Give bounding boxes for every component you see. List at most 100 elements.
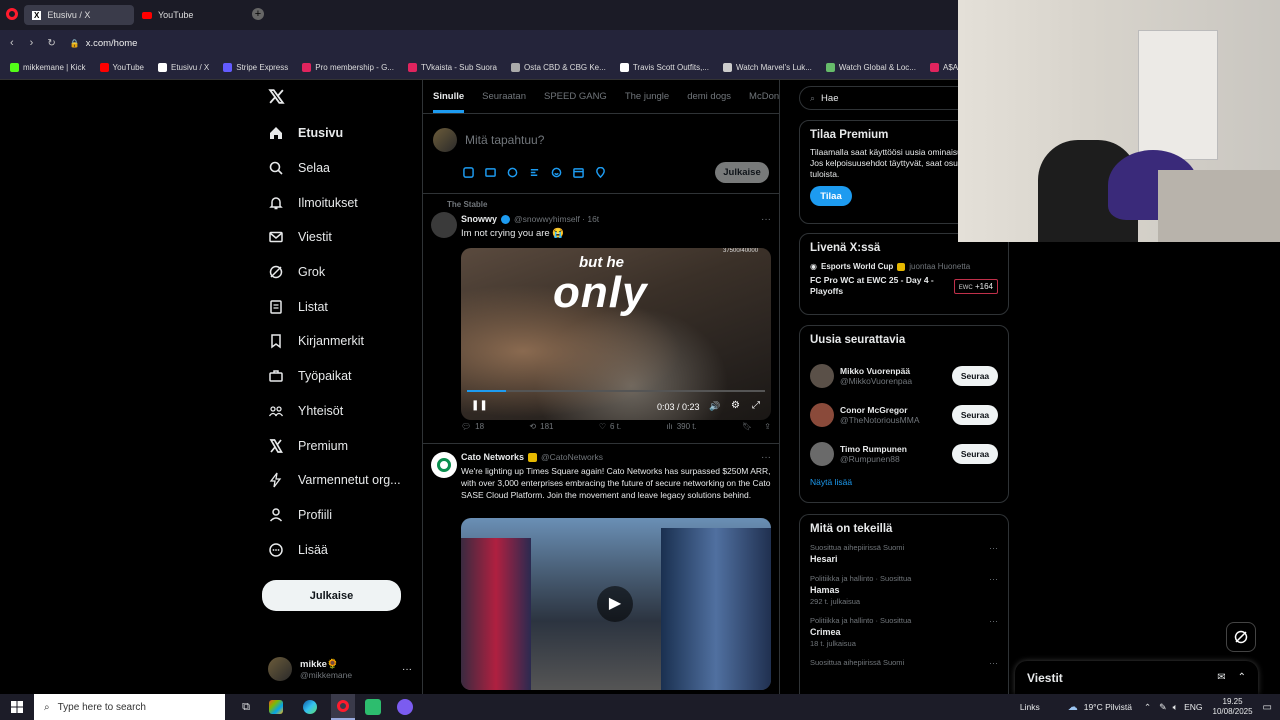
- edge-icon[interactable]: [303, 700, 317, 714]
- bookmark-item[interactable]: Etusivu / X: [157, 63, 209, 72]
- nav-item-mail[interactable]: Viestit: [262, 220, 422, 255]
- taskbar-search[interactable]: ⌕ Type here to search: [34, 694, 225, 720]
- tab-youtube[interactable]: YouTube: [134, 5, 244, 25]
- avatar[interactable]: [431, 452, 457, 478]
- x-logo-icon[interactable]: [262, 80, 422, 116]
- feed-tab[interactable]: demi dogs: [687, 91, 731, 102]
- compose-post-button[interactable]: Julkaise: [715, 162, 769, 183]
- repost-button[interactable]: ⟲ 181: [529, 422, 553, 431]
- chevron-up-icon[interactable]: ⌃: [1238, 672, 1246, 683]
- nav-item-grok[interactable]: Grok: [262, 255, 422, 290]
- new-message-icon[interactable]: ✉: [1217, 672, 1225, 683]
- opera-taskbar-icon[interactable]: [331, 694, 355, 720]
- bookmark-item[interactable]: Stripe Express: [223, 63, 288, 72]
- poll-icon[interactable]: [529, 167, 540, 178]
- opera-logo-icon[interactable]: [6, 8, 18, 20]
- follow-button[interactable]: Seuraa: [952, 404, 998, 425]
- bookmark-item[interactable]: Osta CBD & CBG Ke...: [511, 63, 606, 72]
- speaker-icon[interactable]: 🔈︎: [1173, 702, 1178, 713]
- nav-item-bell[interactable]: Ilmoitukset: [262, 185, 422, 220]
- reload-icon[interactable]: ↻: [47, 38, 55, 49]
- bookmark-item[interactable]: TVkaista - Sub Suora: [407, 63, 497, 72]
- follow-suggestion[interactable]: Timo Rumpunen @Rumpunen88 Seuraa: [810, 434, 998, 473]
- post-author-name[interactable]: Snowwy: [461, 214, 497, 224]
- trend-item[interactable]: Suosittua aihepiirissä Suomi ···: [810, 658, 998, 668]
- post-more-icon[interactable]: ···: [761, 452, 771, 463]
- nav-item-bookmark[interactable]: Kirjanmerkit: [262, 324, 422, 359]
- location-icon[interactable]: [595, 167, 606, 178]
- pause-icon[interactable]: ❚❚: [471, 400, 488, 411]
- task-view-icon[interactable]: ⧉: [235, 701, 257, 714]
- show-more-link[interactable]: Näytä lisää: [810, 477, 998, 487]
- app-icon-green[interactable]: [365, 699, 381, 715]
- language-indicator[interactable]: ENG: [1184, 702, 1202, 712]
- volume-icon[interactable]: 🔊: [709, 401, 720, 412]
- post-more-icon[interactable]: ···: [761, 214, 771, 225]
- account-switcher[interactable]: mikke🌻 @mikkemane ···: [268, 654, 412, 684]
- bookmark-item[interactable]: Pro membership - G...: [302, 63, 394, 72]
- nav-item-briefcase[interactable]: Työpaikat: [262, 359, 422, 394]
- post-author-name[interactable]: Cato Networks: [461, 452, 524, 462]
- like-button[interactable]: ♡ 6 t.: [599, 422, 621, 431]
- search-input[interactable]: Hae: [821, 93, 838, 104]
- nav-item-list[interactable]: Listat: [262, 289, 422, 324]
- nav-item-lightning[interactable]: Varmennetut org...: [262, 463, 422, 498]
- live-host-row[interactable]: ◉ Esports World Cup juontaa Huonetta: [810, 262, 998, 271]
- post-video[interactable]: but he only 37500/40000 ❚❚ 0:03 / 0:23 🔊…: [461, 248, 771, 420]
- follow-suggestion[interactable]: Conor McGregor @TheNotoriousMMA Seuraa: [810, 395, 998, 434]
- trend-item[interactable]: Politiikka ja hallinto · Suosittua Crimea…: [810, 616, 998, 648]
- chevron-up-icon[interactable]: ⌃: [1144, 702, 1151, 713]
- live-event-row[interactable]: FC Pro WC at EWC 25 - Day 4 - Playoffs E…: [810, 275, 998, 297]
- trend-more-icon[interactable]: ···: [989, 658, 998, 668]
- app-icon-store[interactable]: [269, 700, 283, 714]
- nav-item-x[interactable]: Premium: [262, 428, 422, 463]
- trend-more-icon[interactable]: ···: [989, 616, 998, 626]
- bookmark-post-button[interactable]: 🔖︎ ⇪: [742, 422, 771, 431]
- more-dots-icon[interactable]: ···: [402, 664, 412, 675]
- reply-button[interactable]: 💬︎ 18: [461, 422, 484, 431]
- trend-more-icon[interactable]: ···: [989, 574, 998, 584]
- pen-icon[interactable]: ✎: [1159, 702, 1167, 713]
- nav-item-more[interactable]: Lisää: [262, 532, 422, 567]
- post-video[interactable]: ▶: [461, 518, 771, 690]
- views-button[interactable]: ılı 390 t.: [667, 422, 697, 431]
- fullscreen-icon[interactable]: ⤢: [752, 400, 760, 411]
- windows-start-icon[interactable]: [0, 701, 34, 713]
- notifications-icon[interactable]: ▭: [1263, 702, 1272, 713]
- tab-x[interactable]: X Etusivu / X: [24, 5, 134, 25]
- post-author-handle[interactable]: @CatoNetworks: [541, 452, 603, 462]
- media-icon[interactable]: [463, 167, 474, 178]
- subscribe-button[interactable]: Tilaa: [810, 186, 852, 206]
- forward-icon[interactable]: ›: [30, 37, 34, 49]
- url-field[interactable]: x.com/home: [86, 38, 138, 49]
- post-author-handle[interactable]: @snowwyhimself · 16t: [514, 214, 599, 224]
- bookmark-item[interactable]: mikkemane | Kick: [10, 63, 86, 72]
- composer-input[interactable]: Mitä tapahtuu?: [465, 133, 544, 147]
- new-tab-icon[interactable]: +: [252, 8, 264, 20]
- bookmark-item[interactable]: YouTube: [99, 63, 144, 72]
- share-icon[interactable]: ⇪: [764, 422, 771, 431]
- feed-tab[interactable]: Sinulle: [433, 80, 465, 113]
- post-snowwy[interactable]: The Stable Snowwy @snowwyhimself · 16t ·…: [423, 194, 779, 444]
- follow-suggestion[interactable]: Mikko Vuorenpää @MikkoVuorenpaa Seuraa: [810, 356, 998, 395]
- bookmark-item[interactable]: Watch Global & Loc...: [825, 63, 916, 72]
- nav-item-home[interactable]: Etusivu: [262, 116, 422, 151]
- avatar[interactable]: [431, 212, 457, 238]
- feed-tab[interactable]: SPEED GANG: [544, 91, 607, 102]
- nav-item-person[interactable]: Profiili: [262, 498, 422, 533]
- trend-item[interactable]: Politiikka ja hallinto · Suosittua Hamas 2…: [810, 574, 998, 606]
- schedule-icon[interactable]: [573, 167, 584, 178]
- feed-tab[interactable]: The jungle: [625, 91, 669, 102]
- follow-button[interactable]: Seuraa: [952, 443, 998, 464]
- weather-text[interactable]: 19°C Pilvistä: [1084, 702, 1132, 712]
- post-button[interactable]: Julkaise: [262, 580, 401, 611]
- post-cato[interactable]: Cato Networks @CatoNetworks ··· We're li…: [423, 444, 779, 694]
- emoji-icon[interactable]: [551, 167, 562, 178]
- gif-icon[interactable]: [485, 167, 496, 178]
- clock[interactable]: 19.25 10/08/2025: [1213, 697, 1253, 717]
- nav-item-communities[interactable]: Yhteisöt: [262, 394, 422, 429]
- video-progress-track[interactable]: [467, 390, 765, 392]
- back-icon[interactable]: ‹: [10, 37, 14, 49]
- app-icon-purple[interactable]: [397, 699, 413, 715]
- feed-tab[interactable]: McDonal: [749, 91, 779, 102]
